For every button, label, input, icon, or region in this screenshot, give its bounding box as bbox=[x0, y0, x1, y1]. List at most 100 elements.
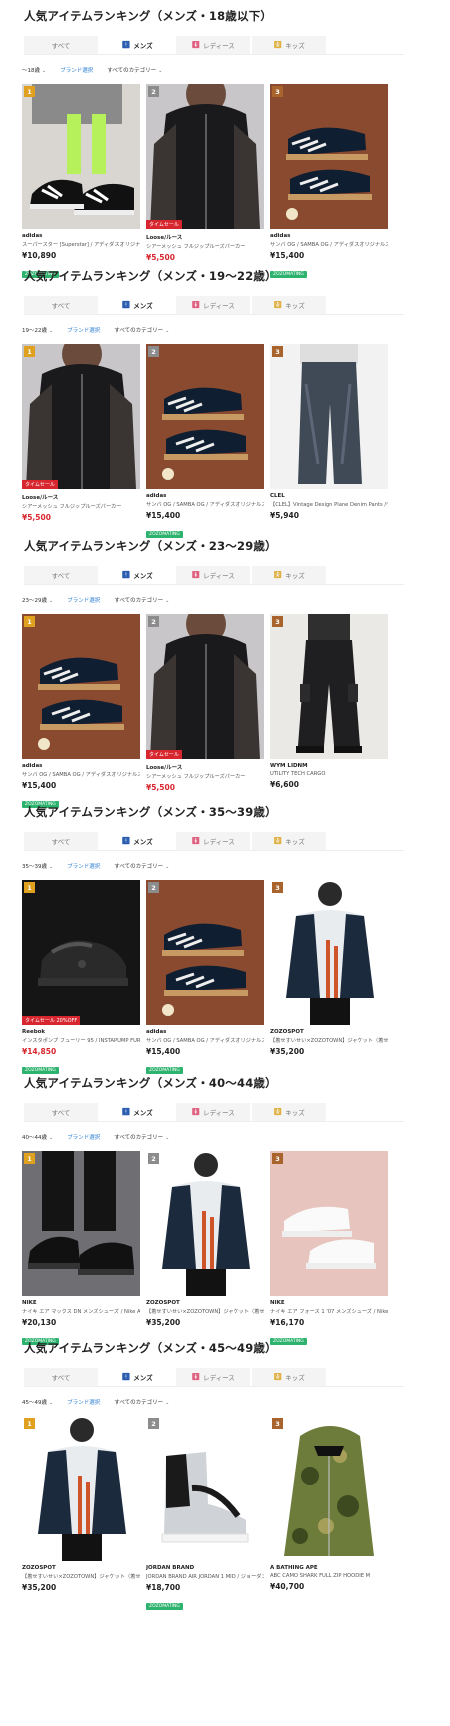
product-card[interactable]: 2 adidas サンバ OG / SAMBA OG / アディダスオリジナルス… bbox=[146, 344, 264, 539]
product-image[interactable]: 3 bbox=[270, 1151, 388, 1296]
tab-kids[interactable]: 🚼︎ キッズ bbox=[252, 296, 328, 314]
tab-ladies[interactable]: 🚺︎ レディース bbox=[176, 832, 252, 850]
product-image[interactable]: 1 bbox=[22, 1416, 140, 1561]
product-card[interactable]: 3 CLEL 【CLEL】Vintage Design Plane Denim … bbox=[270, 344, 388, 520]
category-filter[interactable]: すべてのカテゴリー ⌄ bbox=[114, 596, 169, 604]
brand-name[interactable]: Loose/ルース bbox=[146, 233, 264, 241]
tab-ladies[interactable]: 🚺︎ レディース bbox=[176, 296, 252, 314]
product-card[interactable]: 1 adidas サンバ OG / SAMBA OG / アディダスオリジナルス… bbox=[22, 614, 140, 809]
tab-kids[interactable]: 🚼︎ キッズ bbox=[252, 1368, 328, 1386]
product-name[interactable]: サンバ OG / SAMBA OG / アディダスオリジナルス … bbox=[22, 771, 140, 778]
brand-name[interactable]: Loose/ルース bbox=[146, 763, 264, 771]
product-image[interactable]: 3 bbox=[270, 344, 388, 489]
product-image[interactable]: 1 bbox=[22, 84, 140, 229]
brand-filter-link[interactable]: ブランド選択 bbox=[67, 596, 100, 604]
product-image[interactable]: 3 bbox=[270, 614, 388, 759]
brand-filter-link[interactable]: ブランド選択 bbox=[67, 1133, 100, 1141]
product-image[interactable]: 2 bbox=[146, 880, 264, 1025]
brand-name[interactable]: A BATHING APE bbox=[270, 1565, 388, 1571]
tab-ladies[interactable]: 🚺︎ レディース bbox=[176, 1368, 252, 1386]
product-image[interactable]: 2 タイムセール bbox=[146, 84, 264, 229]
product-name[interactable]: サンバ OG / SAMBA OG / アディダスオリジナルス … bbox=[146, 501, 264, 508]
brand-name[interactable]: Loose/ルース bbox=[22, 493, 140, 501]
product-card[interactable]: 3 ZOZOSPOT 【着せすいせい×ZOZOTOWN】ジャケット（着せす… ¥… bbox=[270, 880, 388, 1056]
brand-name[interactable]: NIKE bbox=[270, 1300, 388, 1306]
product-card[interactable]: 2 JORDAN BRAND JORDAN BRAND AIR JORDAN 1… bbox=[146, 1416, 264, 1611]
tab-all[interactable]: すべて bbox=[24, 296, 100, 314]
age-filter[interactable]: 35〜39歳 ⌄ bbox=[22, 862, 53, 870]
product-image[interactable]: 1 タイムセール bbox=[22, 344, 140, 489]
tab-men[interactable]: 🚹︎ メンズ bbox=[100, 36, 176, 54]
brand-name[interactable]: ZOZOSPOT bbox=[146, 1300, 264, 1306]
tab-kids[interactable]: 🚼︎ キッズ bbox=[252, 1103, 328, 1121]
tab-men[interactable]: 🚹︎ メンズ bbox=[100, 566, 176, 584]
product-card[interactable]: 3 adidas サンバ OG / SAMBA OG / アディダスオリジナルス… bbox=[270, 84, 388, 279]
product-card[interactable]: 1 タイムセール 20%OFF Reebok インスタポンプ フューリー 95 … bbox=[22, 880, 140, 1075]
category-filter[interactable]: すべてのカテゴリー ⌄ bbox=[114, 326, 169, 334]
tab-men[interactable]: 🚹︎ メンズ bbox=[100, 1368, 176, 1386]
product-card[interactable]: 2 adidas サンバ OG / SAMBA OG / アディダスオリジナルス… bbox=[146, 880, 264, 1075]
tab-kids[interactable]: 🚼︎ キッズ bbox=[252, 36, 328, 54]
tab-men[interactable]: 🚹︎ メンズ bbox=[100, 832, 176, 850]
tab-kids[interactable]: 🚼︎ キッズ bbox=[252, 832, 328, 850]
age-filter[interactable]: 40〜44歳 ⌄ bbox=[22, 1133, 53, 1141]
age-filter[interactable]: 〜18歳 ⌄ bbox=[22, 66, 46, 74]
product-name[interactable]: 【着せすいせい×ZOZOTOWN】ジャケット（着せす… bbox=[146, 1308, 264, 1315]
tab-ladies[interactable]: 🚺︎ レディース bbox=[176, 566, 252, 584]
brand-name[interactable]: adidas bbox=[22, 233, 140, 239]
product-image[interactable]: 3 bbox=[270, 1416, 388, 1561]
product-name[interactable]: ナイキ エア フォース 1 '07 メンズシューズ / Nike … bbox=[270, 1308, 388, 1315]
product-image[interactable]: 2 bbox=[146, 1416, 264, 1561]
brand-name[interactable]: adidas bbox=[22, 763, 140, 769]
tab-kids[interactable]: 🚼︎ キッズ bbox=[252, 566, 328, 584]
product-image[interactable]: 3 bbox=[270, 84, 388, 229]
brand-name[interactable]: CLEL bbox=[270, 493, 388, 499]
category-filter[interactable]: すべてのカテゴリー ⌄ bbox=[114, 1133, 169, 1141]
product-name[interactable]: JORDAN BRAND AIR JORDAN 1 MID / ジョーダン… bbox=[146, 1573, 264, 1580]
brand-filter-link[interactable]: ブランド選択 bbox=[60, 66, 93, 74]
brand-filter-link[interactable]: ブランド選択 bbox=[67, 326, 100, 334]
product-image[interactable]: 1 bbox=[22, 1151, 140, 1296]
product-name[interactable]: UTILITY TECH CARGO bbox=[270, 771, 388, 777]
tab-all[interactable]: すべて bbox=[24, 36, 100, 54]
product-card[interactable]: 2 タイムセール Loose/ルース シアーメッシュ フルジップルーズパーカー … bbox=[146, 84, 264, 262]
brand-name[interactable]: ZOZOSPOT bbox=[22, 1565, 140, 1571]
product-image[interactable]: 2 bbox=[146, 344, 264, 489]
category-filter[interactable]: すべてのカテゴリー ⌄ bbox=[114, 1398, 169, 1406]
product-name[interactable]: ナイキ エア マックス DN メンズシューズ / Nike Air … bbox=[22, 1308, 140, 1315]
tab-all[interactable]: すべて bbox=[24, 832, 100, 850]
product-name[interactable]: シアーメッシュ フルジップルーズパーカー bbox=[146, 773, 264, 780]
product-name[interactable]: インスタポンプ フューリー 95 / INSTAPUMP FURY … bbox=[22, 1037, 140, 1044]
brand-name[interactable]: adidas bbox=[146, 493, 264, 499]
brand-name[interactable]: adidas bbox=[270, 233, 388, 239]
brand-name[interactable]: WYM LIDNM bbox=[270, 763, 388, 769]
product-card[interactable]: 2 タイムセール Loose/ルース シアーメッシュ フルジップルーズパーカー … bbox=[146, 614, 264, 792]
tab-men[interactable]: 🚹︎ メンズ bbox=[100, 1103, 176, 1121]
age-filter[interactable]: 19〜22歳 ⌄ bbox=[22, 326, 53, 334]
product-image[interactable]: 2 タイムセール bbox=[146, 614, 264, 759]
brand-name[interactable]: JORDAN BRAND bbox=[146, 1565, 264, 1571]
product-card[interactable]: 3 NIKE ナイキ エア フォース 1 '07 メンズシューズ / Nike … bbox=[270, 1151, 388, 1346]
product-name[interactable]: ABC CAMO SHARK FULL ZIP HOODIE M bbox=[270, 1573, 388, 1579]
product-name[interactable]: 【着せすいせい×ZOZOTOWN】ジャケット（着せす… bbox=[270, 1037, 388, 1044]
tab-men[interactable]: 🚹︎ メンズ bbox=[100, 296, 176, 314]
product-image[interactable]: 1 タイムセール 20%OFF bbox=[22, 880, 140, 1025]
brand-filter-link[interactable]: ブランド選択 bbox=[67, 1398, 100, 1406]
brand-name[interactable]: adidas bbox=[146, 1029, 264, 1035]
tab-all[interactable]: すべて bbox=[24, 1103, 100, 1121]
product-name[interactable]: 【CLEL】Vintage Design Plane Denim Pants /… bbox=[270, 501, 388, 508]
product-card[interactable]: 1 タイムセール Loose/ルース シアーメッシュ フルジップルーズパーカー … bbox=[22, 344, 140, 522]
tab-ladies[interactable]: 🚺︎ レディース bbox=[176, 1103, 252, 1121]
category-filter[interactable]: すべてのカテゴリー ⌄ bbox=[107, 66, 162, 74]
product-name[interactable]: 【着せすいせい×ZOZOTOWN】ジャケット（着せす… bbox=[22, 1573, 140, 1580]
age-filter[interactable]: 23〜29歳 ⌄ bbox=[22, 596, 53, 604]
product-card[interactable]: 3 WYM LIDNM UTILITY TECH CARGO ¥6,600 bbox=[270, 614, 388, 789]
tab-ladies[interactable]: 🚺︎ レディース bbox=[176, 36, 252, 54]
tab-all[interactable]: すべて bbox=[24, 1368, 100, 1386]
product-card[interactable]: 2 ZOZOSPOT 【着せすいせい×ZOZOTOWN】ジャケット（着せす… ¥… bbox=[146, 1151, 264, 1327]
product-image[interactable]: 1 bbox=[22, 614, 140, 759]
brand-name[interactable]: ZOZOSPOT bbox=[270, 1029, 388, 1035]
product-name[interactable]: サンバ OG / SAMBA OG / アディダスオリジナルス … bbox=[270, 241, 388, 248]
product-image[interactable]: 2 bbox=[146, 1151, 264, 1296]
brand-name[interactable]: NIKE bbox=[22, 1300, 140, 1306]
